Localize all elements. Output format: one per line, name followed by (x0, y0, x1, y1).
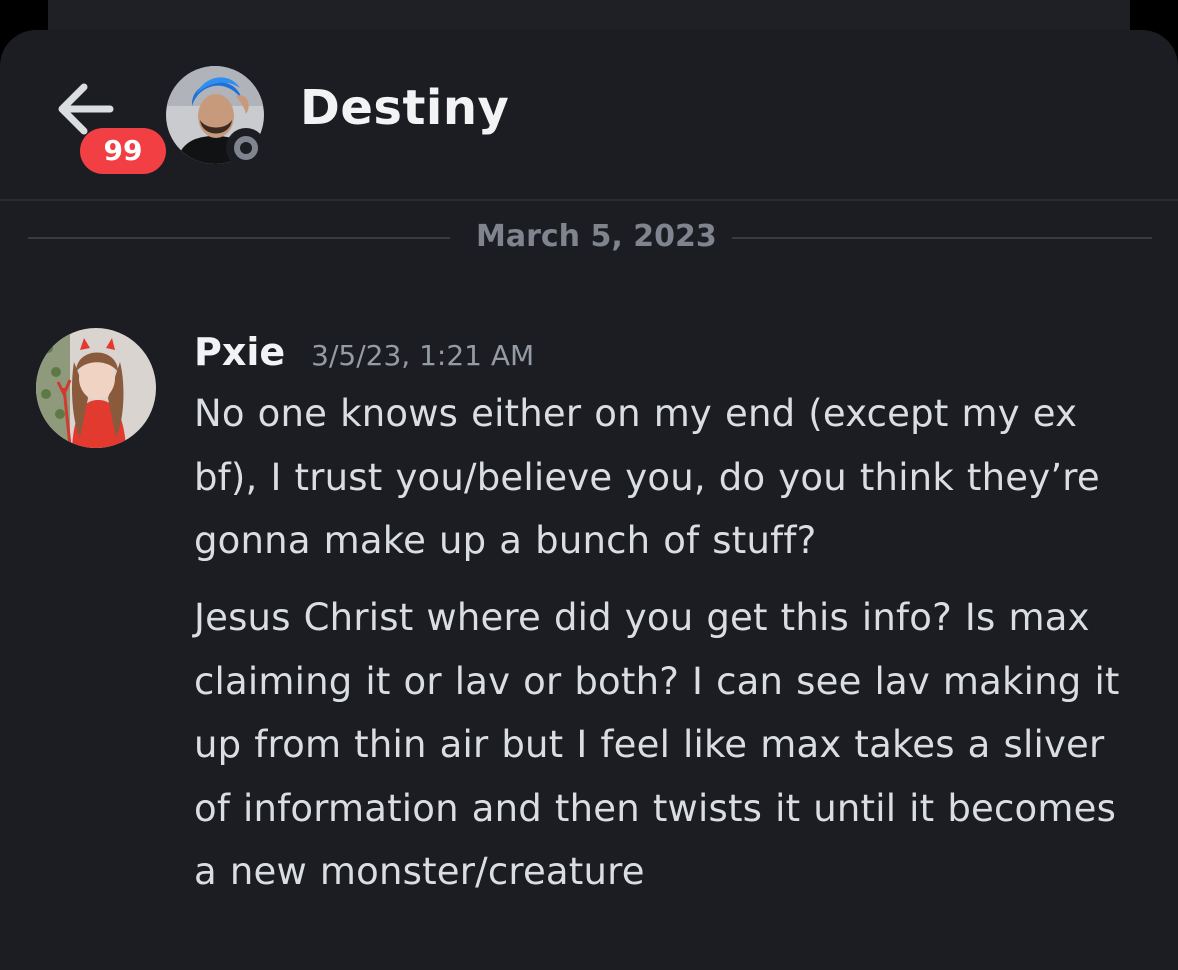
status-offline-icon (226, 128, 266, 168)
header-divider (0, 199, 1178, 201)
message-avatar[interactable] (36, 328, 156, 448)
divider-line (732, 237, 1152, 239)
message-header: Pxie 3/5/23, 1:21 AM (194, 330, 534, 376)
unread-badge: 99 (80, 128, 166, 174)
message-timestamp: 3/5/23, 1:21 AM (311, 339, 535, 372)
message-text: Jesus Christ where did you get this info… (194, 596, 1120, 893)
date-divider-label: March 5, 2023 (476, 219, 717, 254)
message-text: No one knows either on my end (except my… (194, 392, 1100, 562)
divider-line (28, 237, 450, 239)
channel-name: Destiny (300, 80, 510, 136)
date-divider: March 5, 2023 (28, 216, 1152, 260)
message-author[interactable]: Pxie (194, 330, 285, 374)
